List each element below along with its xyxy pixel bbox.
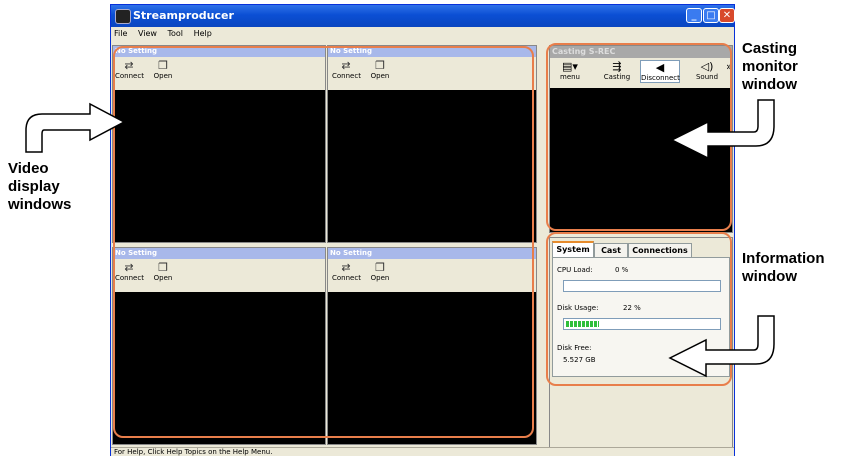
maximize-button[interactable]: □ bbox=[703, 8, 719, 23]
close-icon: ✕ bbox=[722, 10, 732, 21]
menu-bar: File View Tool Help bbox=[111, 27, 734, 42]
title-bar[interactable]: Streamproducer _ □ ✕ bbox=[111, 5, 735, 27]
video-annotation: Video display windows bbox=[8, 160, 71, 214]
casting-annotation: Casting monitor window bbox=[742, 40, 798, 94]
menu-tool[interactable]: Tool bbox=[164, 27, 188, 38]
video-annotation-line: Video bbox=[8, 160, 49, 177]
app-icon bbox=[115, 9, 131, 24]
video-annotation-line: windows bbox=[8, 196, 72, 213]
menu-view[interactable]: View bbox=[135, 27, 162, 38]
maximize-icon: □ bbox=[706, 10, 716, 21]
video-annotation-line: display bbox=[8, 178, 60, 195]
menu-file[interactable]: File bbox=[111, 27, 132, 38]
casting-arrow-icon bbox=[670, 99, 775, 160]
minimize-button[interactable]: _ bbox=[686, 8, 702, 23]
window-title: Streamproducer bbox=[133, 9, 234, 22]
info-arrow-icon bbox=[668, 315, 775, 378]
info-annotation-line: Information bbox=[742, 250, 825, 267]
menu-help[interactable]: Help bbox=[191, 27, 217, 38]
info-annotation: Information window bbox=[742, 250, 825, 286]
info-annotation-line: window bbox=[742, 268, 797, 285]
video-arrow-icon bbox=[25, 102, 126, 153]
casting-annotation-line: Casting bbox=[742, 40, 798, 57]
casting-annotation-line: monitor bbox=[742, 58, 798, 75]
casting-annotation-line: window bbox=[742, 76, 797, 93]
close-button[interactable]: ✕ bbox=[719, 8, 735, 23]
status-bar: For Help, Click Help Topics on the Help … bbox=[111, 447, 734, 456]
minimize-icon: _ bbox=[691, 10, 697, 21]
video-windows-highlight bbox=[113, 46, 534, 438]
